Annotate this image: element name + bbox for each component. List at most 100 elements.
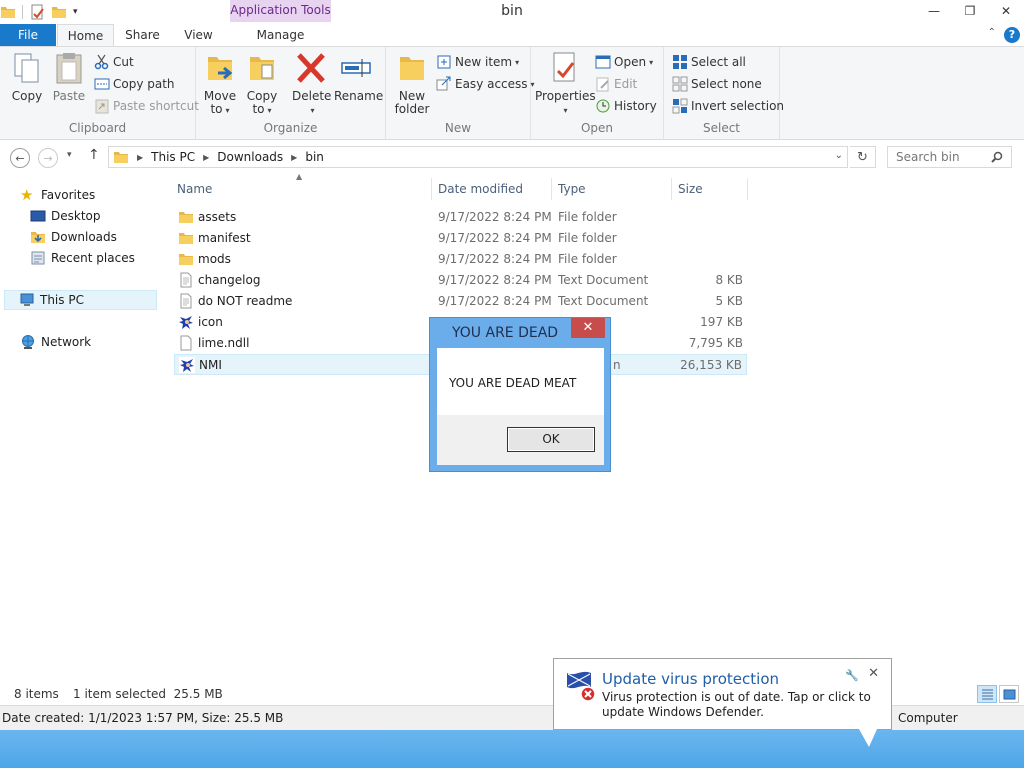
arrow-left-icon: ← [15,151,25,165]
minimize-button[interactable]: — [916,0,952,22]
column-divider[interactable] [551,178,552,200]
file-size: 26,153 KB [680,358,742,372]
dropdown-arrow-icon: ▾ [225,106,230,115]
text-file-icon [180,293,192,309]
copy-icon [14,53,39,83]
close-button[interactable]: ✕ [988,0,1024,22]
copy-to-button[interactable]: Copy to ▾ [244,51,280,117]
nav-recent-places-label: Recent places [51,251,135,265]
column-divider[interactable] [431,178,432,200]
paste-shortcut-icon [95,99,109,114]
settings-wrench-icon[interactable]: 🔧 [845,669,859,682]
minimize-ribbon-chevron-icon[interactable]: ⌃ [988,27,996,38]
nav-recent-places[interactable]: Recent places [30,248,135,268]
file-size: 8 KB [715,273,743,287]
toast-title: Update virus protection [602,670,780,688]
tab-view[interactable]: View [171,24,226,46]
paste-button[interactable]: Paste [50,51,88,103]
copy-path-button[interactable]: Copy path [94,75,175,93]
search-icon[interactable] [991,151,1003,163]
file-date: 9/17/2022 8:24 PM [438,252,552,266]
delete-button[interactable]: Delete ▾ [292,51,331,117]
file-icon [180,335,192,351]
column-divider[interactable] [747,178,748,200]
forward-button[interactable]: → [38,148,58,168]
tab-file[interactable]: File [0,24,56,46]
breadcrumb-separator-icon: ▶ [291,152,298,162]
group-organize: Move to ▾ Copy to ▾ Delete ▾ Rename Organi… [196,47,386,139]
back-button[interactable]: ← [10,148,30,168]
column-header-name[interactable]: Name [177,182,212,196]
toast-close-icon[interactable]: ✕ [868,666,879,681]
nav-downloads[interactable]: Downloads [30,227,117,247]
select-none-button[interactable]: Select none [672,75,762,93]
address-history-chevron-icon[interactable]: ⌄ [835,150,843,161]
new-folder-button[interactable]: New folder [392,51,432,116]
rename-label: Rename [334,89,384,103]
nav-favorites-label: Favorites [41,188,96,202]
file-date: 9/17/2022 8:24 PM [438,210,552,224]
help-icon[interactable]: ? [1004,27,1020,43]
cut-button[interactable]: Cut [94,53,134,71]
open-label: Open [614,55,647,69]
easy-access-button[interactable]: Easy access ▾ [436,75,535,93]
toast-message: Virus protection is out of date. Tap or … [602,690,871,719]
tab-share[interactable]: Share [114,24,171,46]
properties-icon[interactable] [29,4,45,20]
downloads-icon [31,232,45,243]
open-button[interactable]: Open ▾ [595,53,653,71]
properties-label: Properties [535,89,596,103]
file-name: do NOT readme [198,294,293,308]
move-to-button[interactable]: Move to ▾ [202,51,238,117]
invert-selection-icon [672,98,688,114]
history-button[interactable]: History [595,97,657,115]
history-icon [596,99,610,113]
tab-home[interactable]: Home [57,24,114,47]
invert-selection-button[interactable]: Invert selection [672,97,784,115]
dialog-close-button[interactable]: ✕ [571,318,605,338]
ok-button[interactable]: OK [507,427,595,452]
column-divider[interactable] [671,178,672,200]
table-row[interactable]: manifest 9/17/2022 8:24 PM File folder [174,228,747,249]
dropdown-arrow-icon: ▾ [563,106,568,115]
folder-icon [1,7,15,18]
nav-network[interactable]: Network [20,332,91,352]
group-label-new: New [444,121,472,135]
scissors-icon [94,54,109,70]
nav-favorites[interactable]: ★ Favorites [20,185,95,205]
table-row[interactable]: do NOT readme 9/17/2022 8:24 PM Text Doc… [174,291,747,312]
customize-toolbar-chevron-icon[interactable]: ▾ [73,7,78,17]
tab-manage[interactable]: Manage [230,24,331,46]
nav-this-pc[interactable]: This PC [4,290,157,310]
breadcrumb-bin[interactable]: bin [305,150,324,164]
breadcrumb-this-pc[interactable]: This PC [151,150,195,164]
restore-button[interactable]: ❐ [952,0,988,22]
column-header-size[interactable]: Size [678,182,703,196]
copy-button[interactable]: Copy [8,51,46,103]
rename-button[interactable]: Rename [334,51,383,103]
breadcrumb-downloads[interactable]: Downloads [217,150,283,164]
details-view-button[interactable] [977,685,997,703]
table-row[interactable]: assets 9/17/2022 8:24 PM File folder [174,207,747,228]
paste-shortcut-label: Paste shortcut [113,99,199,113]
new-folder-icon[interactable] [51,4,67,20]
address-bar[interactable]: ▶ This PC ▶ Downloads ▶ bin ⌄ [108,146,848,168]
copy-path-icon [94,78,110,90]
column-header-type[interactable]: Type [558,182,586,196]
table-row[interactable]: changelog 9/17/2022 8:24 PM Text Documen… [174,270,747,291]
paste-shortcut-button[interactable]: Paste shortcut [94,97,199,115]
table-row[interactable]: mods 9/17/2022 8:24 PM File folder [174,249,747,270]
new-item-button[interactable]: New item ▾ [436,53,519,71]
windows-defender-warning-icon [567,671,596,702]
refresh-button[interactable]: ↻ [850,146,876,168]
up-arrow-icon[interactable]: ↑ [88,147,100,163]
edit-button[interactable]: Edit [595,75,637,93]
column-header-date-modified[interactable]: Date modified [438,182,523,196]
notification-toast[interactable]: Update virus protection Virus protection… [553,658,892,730]
large-icons-view-button[interactable] [999,685,1019,703]
nav-desktop[interactable]: Desktop [30,206,101,226]
recent-locations-chevron-icon[interactable]: ▾ [67,150,72,160]
properties-button[interactable]: Properties ▾ [535,51,596,117]
select-none-label: Select none [691,77,762,91]
select-all-button[interactable]: Select all [672,53,746,71]
